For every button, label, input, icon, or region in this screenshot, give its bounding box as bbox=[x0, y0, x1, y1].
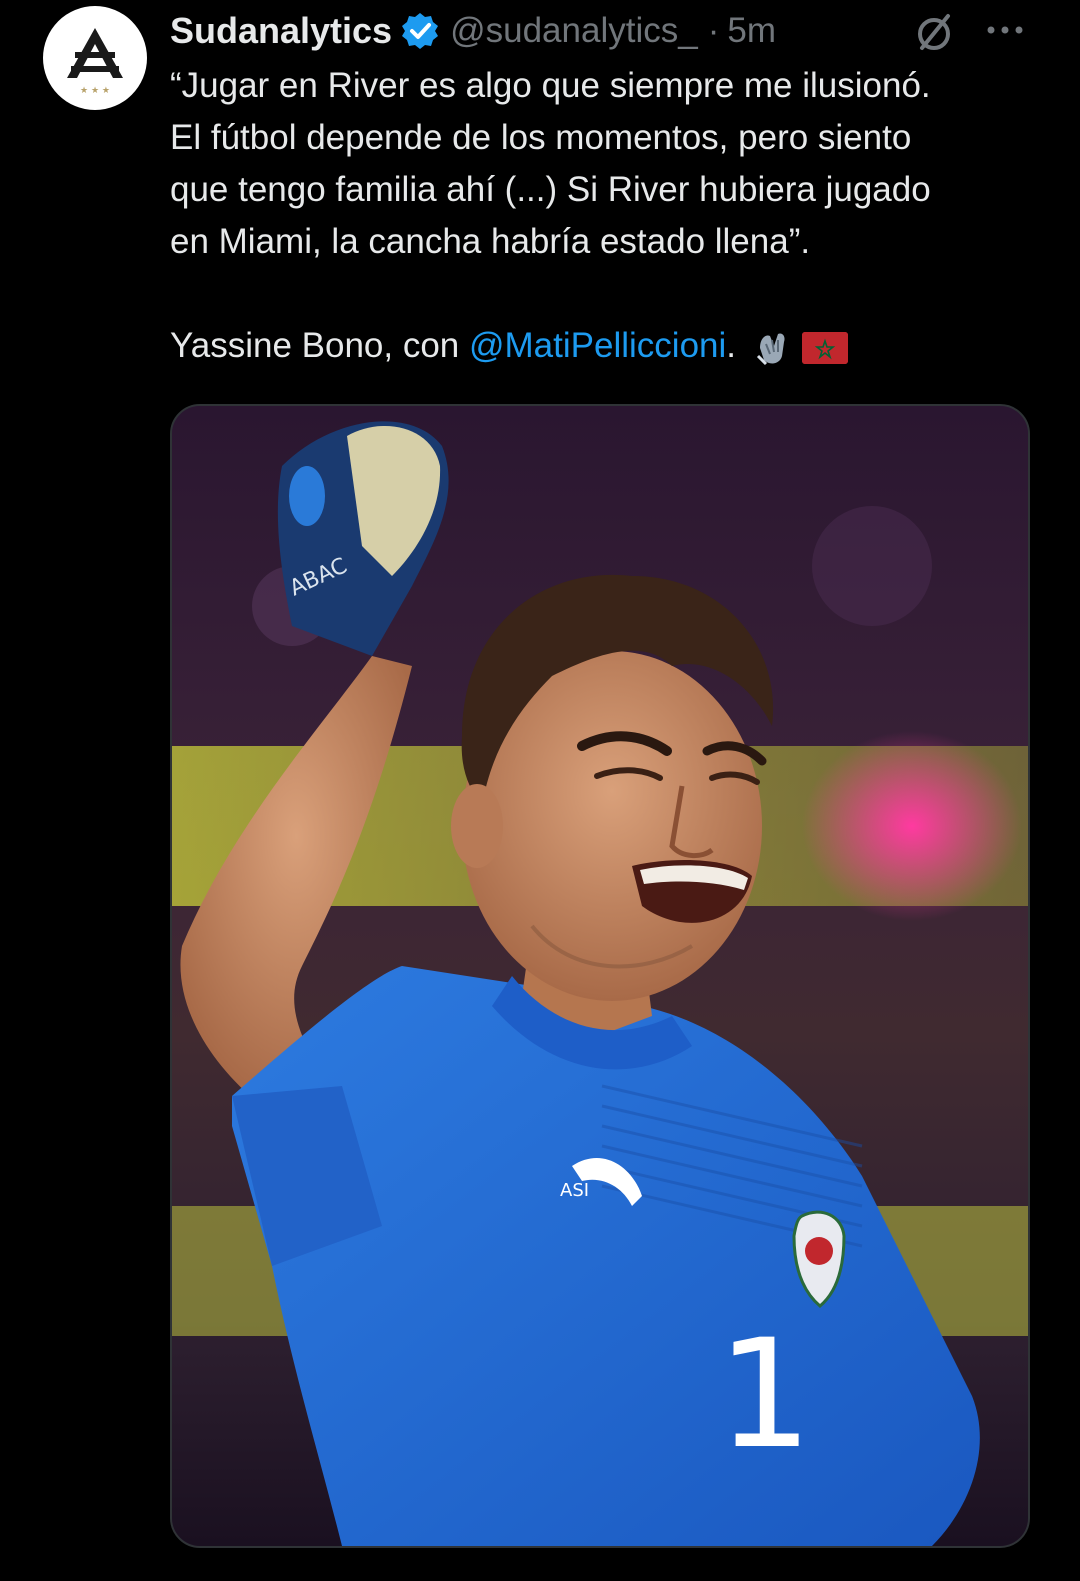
gloves-icon bbox=[756, 333, 785, 365]
goalkeeper-photo: ABAC ASI 1 bbox=[172, 406, 1028, 1546]
quote-line: El fútbol depende de los momentos, pero … bbox=[170, 118, 912, 157]
shirt-lettering: ASI bbox=[560, 1180, 589, 1201]
avatar[interactable]: ★ ★ ★ bbox=[43, 6, 147, 110]
quote-line: “Jugar en River es algo que siempre me i… bbox=[170, 66, 931, 105]
shirt-number: 1 bbox=[717, 1308, 812, 1482]
tweet-header: Sudanalytics @sudanalytics_ · 5m bbox=[170, 8, 776, 54]
quote-line: que tengo familia ahí (...) Si River hub… bbox=[170, 170, 931, 209]
sudanalytics-logo-icon: ★ ★ ★ bbox=[67, 28, 123, 96]
credit-suffix: . bbox=[726, 326, 737, 365]
tweet-photo[interactable]: ABAC ASI 1 bbox=[170, 404, 1030, 1548]
morocco-flag-icon bbox=[802, 331, 849, 364]
more-options-icon[interactable] bbox=[983, 16, 1027, 44]
credit-line: Yassine Bono, con @MatiPelliccioni. bbox=[170, 320, 1050, 372]
quote-line: en Miami, la cancha habría estado llena”… bbox=[170, 222, 811, 261]
svg-text:★ ★ ★: ★ ★ ★ bbox=[80, 86, 110, 96]
credit-prefix: Yassine Bono, con bbox=[170, 326, 469, 365]
tweet-timestamp[interactable]: 5m bbox=[727, 11, 776, 51]
grok-icon[interactable] bbox=[912, 10, 956, 54]
tweet-text: “Jugar en River es algo que siempre me i… bbox=[170, 60, 1050, 372]
author-handle[interactable]: @sudanalytics_ bbox=[450, 11, 698, 51]
verified-badge-icon bbox=[402, 13, 439, 49]
author-display-name[interactable]: Sudanalytics bbox=[170, 10, 392, 52]
mention-link[interactable]: @MatiPelliccioni bbox=[469, 326, 726, 365]
header-separator: · bbox=[707, 11, 720, 50]
